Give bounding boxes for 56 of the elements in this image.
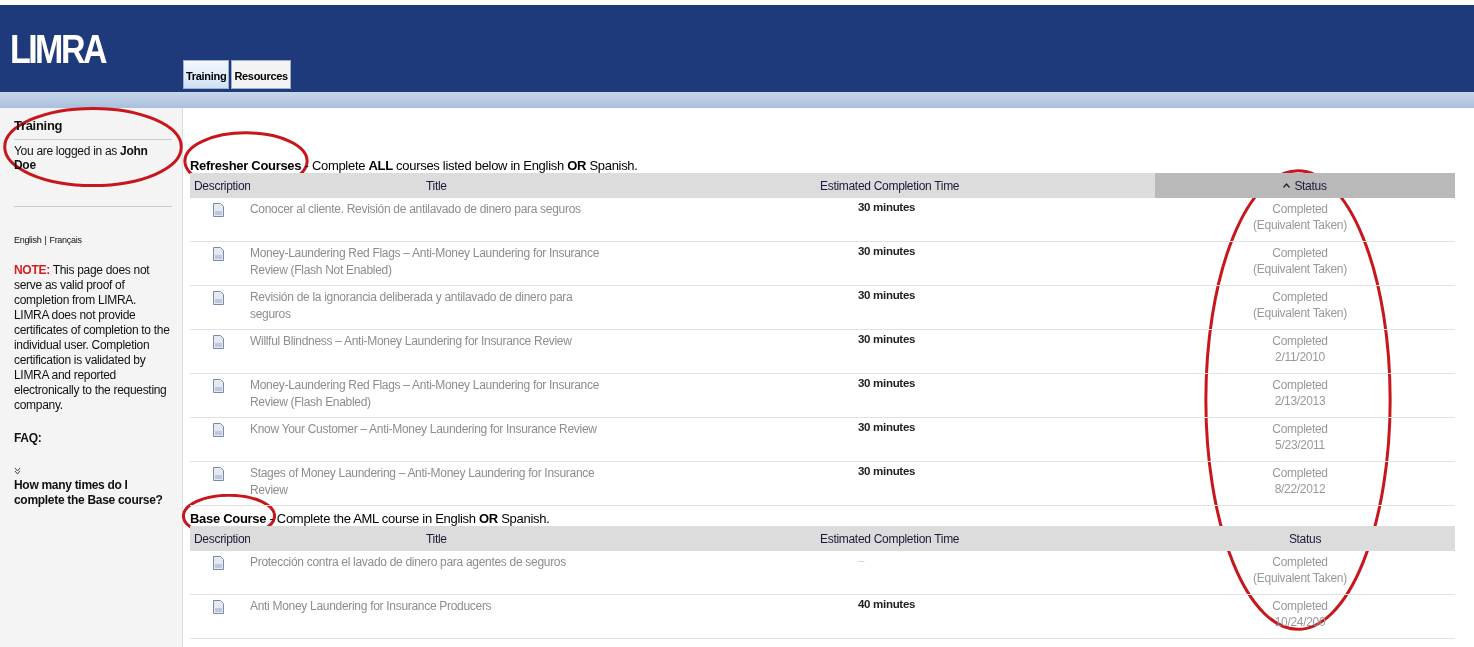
column-header[interactable]: Estimated Completion Time [800,173,1155,198]
course-title-link[interactable]: Know Your Customer – Anti-Money Laundering for Insurance Review [250,421,600,438]
column-header[interactable]: Title [250,526,800,551]
completion-time: 30 minutes [858,289,916,301]
language-link[interactable]: English [14,235,42,245]
column-header[interactable]: Title [250,173,800,198]
status-text: Completed (Equivalent Taken) [1253,290,1347,320]
language-link[interactable]: Français [49,235,82,245]
document-icon[interactable] [213,423,224,437]
sort-ascending-icon [1283,183,1291,188]
document-icon[interactable] [213,291,224,305]
document-icon[interactable] [213,247,224,261]
status-text: Completed 2/13/2013 [1272,378,1328,408]
faq-heading: FAQ: [14,431,43,445]
completion-time: 30 minutes [858,245,916,257]
nav-tab[interactable]: Training [183,60,230,89]
document-icon[interactable] [213,379,224,393]
course-title-link[interactable]: Money-Laundering Red Flags – Anti-Money Laundering for Insurance Review (Flash Not Enabled) [250,245,600,279]
status-text: Completed 2/11/2010 [1272,334,1328,364]
document-icon[interactable] [213,467,224,481]
document-icon[interactable] [213,600,224,614]
course-title-link[interactable]: Stages of Money Laundering – Anti-Money Laundering for Insurance Review [250,465,600,499]
note-text: NOTE: This page does not serve as valid proof of completion from LIMRA. LIMRA does not provide certificates of completion to the individual user. Completion certification is validated by LIMRA and reported electronically to the requesting company. [14,263,171,413]
separator: | [44,235,47,245]
completion-time: 30 minutes [858,377,916,389]
completion-time: 30 minutes [858,465,916,477]
completion-time: – [858,554,865,566]
completion-time: 30 minutes [858,333,916,345]
status-text: Completed (Equivalent Taken) [1253,202,1347,232]
course-title-link[interactable]: Revisión de la ignorancia deliberada y antilavado de dinero para seguros [250,289,600,323]
status-text: Completed (Equivalent Taken) [1253,555,1347,585]
column-header[interactable]: Status [1155,526,1455,551]
status-text: Completed (Equivalent Taken) [1253,246,1347,276]
document-icon[interactable] [213,335,224,349]
course-title-link[interactable]: Money-Laundering Red Flags – Anti-Money Laundering for Insurance Review (Flash Enabled) [250,377,600,411]
nav-tab[interactable]: Resources [231,60,291,89]
column-header[interactable]: Status [1155,173,1455,198]
section-heading: Refresher Courses - Complete ALL courses listed below in English OR Spanish. [190,158,638,173]
completion-time: 30 minutes [858,201,916,213]
document-icon[interactable] [213,203,224,217]
logo: LIMRA [10,27,105,72]
status-text: Completed 8/22/2012 [1272,466,1328,496]
column-header[interactable]: Estimated Completion Time [800,526,1155,551]
course-title-link[interactable]: Protección contra el lavado de dinero para agentes de seguros [250,554,600,571]
status-text: Completed 5/23/2011 [1272,422,1328,452]
completion-time: 30 minutes [858,421,916,433]
expand-icon[interactable] [14,467,21,475]
completion-time: 40 minutes [858,598,916,610]
course-title-link[interactable]: Anti Money Laundering for Insurance Producers [250,598,600,615]
login-status: You are logged in as John Doe [14,139,172,172]
course-title-link[interactable]: Willful Blindness – Anti-Money Laundering for Insurance Review [250,333,600,350]
column-header[interactable]: Description [190,526,250,551]
column-header[interactable]: Description [190,173,250,198]
section-heading: Base Course - Complete the AML course in English OR Spanish. [190,511,550,526]
document-icon[interactable] [213,556,224,570]
faq-question-link[interactable]: How many times do I complete the Base course? [14,478,172,508]
